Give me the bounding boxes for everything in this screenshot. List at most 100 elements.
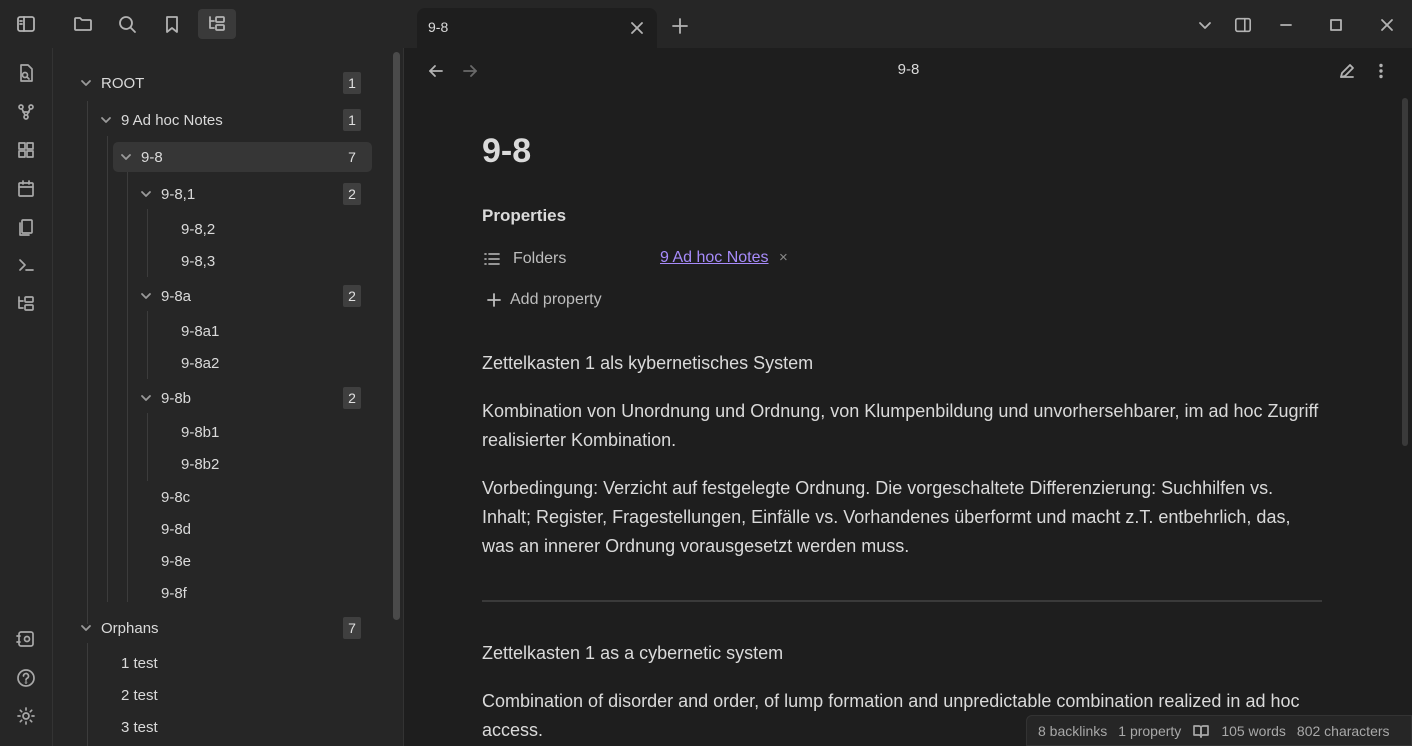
vault-switcher-icon[interactable] <box>14 627 38 651</box>
property-value-link[interactable]: 9 Ad hoc Notes <box>660 249 769 267</box>
paragraph: Zettelkasten 1 als kybernetisches System <box>482 353 814 373</box>
child-count-badge: 7 <box>348 149 356 165</box>
tree-item-label: 9-8a1 <box>181 322 220 340</box>
tree-item-label: 9-8 <box>141 148 163 166</box>
tree-item-9-8-1[interactable]: 9-8,1 <box>139 179 369 209</box>
tree-item-label: 9-8b1 <box>181 423 220 441</box>
chevron-down-icon[interactable] <box>99 113 113 127</box>
tree-item-orphan[interactable]: 2 test <box>121 680 341 710</box>
tree-item-9-8e[interactable]: 9-8e <box>161 546 361 576</box>
tree-item-9-8b[interactable]: 9-8b <box>139 383 369 413</box>
settings-gear-icon[interactable] <box>14 704 38 728</box>
tree-item-ad-hoc-notes[interactable]: 9 Ad hoc Notes <box>99 105 369 135</box>
tree-item-9-8f[interactable]: 9-8f <box>161 578 361 608</box>
plus-icon <box>487 293 501 307</box>
right-sidebar-toggle-icon[interactable] <box>1231 13 1255 37</box>
chevron-down-icon[interactable] <box>79 76 93 90</box>
tree-item-label: 9-8d <box>161 520 192 538</box>
folder-tree-panel: ROOT 1 9 Ad hoc Notes 1 9-8 7 9-8,1 2 9-… <box>53 48 404 746</box>
tree-item-9-8-3[interactable]: 9-8,3 <box>181 246 361 276</box>
tab-list-chevron-icon[interactable] <box>1193 13 1217 37</box>
graph-view-icon[interactable] <box>14 100 38 124</box>
templates-icon[interactable] <box>14 215 38 239</box>
chevron-down-icon[interactable] <box>119 150 133 164</box>
tree-item-label: 9-8,2 <box>181 220 216 238</box>
tree-item-root[interactable]: ROOT <box>79 68 369 98</box>
bookmark-icon[interactable] <box>157 9 187 39</box>
command-palette-icon[interactable] <box>14 253 38 277</box>
daily-note-calendar-icon[interactable] <box>14 177 38 201</box>
edit-pencil-icon[interactable] <box>1335 59 1359 83</box>
child-count-badge: 2 <box>343 183 361 205</box>
tree-item-label: 1 test <box>121 654 158 672</box>
tree-item-orphan[interactable]: 1 test <box>121 648 341 678</box>
chevron-down-icon[interactable] <box>79 621 93 635</box>
tree-item-label: 9-8b <box>161 389 192 407</box>
add-property-button[interactable]: Add property <box>486 291 602 309</box>
editor-pane: 9-8 9-8 Properties Folders 9 Ad hoc Note… <box>405 48 1412 746</box>
backlinks-count[interactable]: 8 backlinks <box>1038 723 1107 739</box>
sidebar-scrollbar[interactable] <box>393 52 400 620</box>
tree-guide <box>127 172 128 602</box>
search-icon[interactable] <box>112 9 142 39</box>
ribbon <box>0 48 53 746</box>
editor-scrollbar[interactable] <box>1402 98 1408 446</box>
minimize-icon[interactable] <box>1274 13 1298 37</box>
tree-guide <box>87 643 88 746</box>
tree-item-9-8a[interactable]: 9-8a <box>139 281 369 311</box>
tree-item-9-8a1[interactable]: 9-8a1 <box>181 316 361 346</box>
tab-title: 9-8 <box>428 19 449 35</box>
chevron-down-icon[interactable] <box>139 289 153 303</box>
tab-active-note[interactable]: 9-8 <box>417 8 657 48</box>
chevron-down-icon[interactable] <box>139 391 153 405</box>
tree-item-label: 9-8,1 <box>161 185 196 203</box>
tree-item-label: 9-8c <box>161 488 191 506</box>
file-explorer-icon[interactable] <box>68 9 98 39</box>
view-header-title[interactable]: 9-8 <box>405 61 1412 78</box>
tree-guide <box>147 413 148 481</box>
tree-item-label: Orphans <box>101 619 159 637</box>
tree-item-9-8d[interactable]: 9-8d <box>161 514 361 544</box>
new-tab-icon[interactable] <box>668 14 692 38</box>
child-count-badge: 2 <box>343 285 361 307</box>
tree-item-label: 9-8e <box>161 552 192 570</box>
child-count-badge: 2 <box>343 387 361 409</box>
tree-guide <box>147 311 148 379</box>
tree-item-9-8[interactable]: 9-8 <box>113 142 372 172</box>
canvas-icon[interactable] <box>14 138 38 162</box>
close-tab-icon[interactable] <box>627 18 647 38</box>
tree-item-9-8-2[interactable]: 9-8,2 <box>181 214 361 244</box>
tree-item-9-8c[interactable]: 9-8c <box>161 482 361 512</box>
tree-item-orphan[interactable]: 3 test <box>121 712 341 742</box>
tree-item-orphans[interactable]: Orphans <box>79 613 369 643</box>
child-count-badge: 1 <box>343 109 361 131</box>
tree-guide <box>147 209 148 277</box>
tree-item-9-8a2[interactable]: 9-8a2 <box>181 348 361 378</box>
tree-item-label: 9 Ad hoc Notes <box>121 111 223 129</box>
list-icon[interactable] <box>482 249 504 271</box>
more-options-icon[interactable] <box>1369 59 1393 83</box>
close-window-icon[interactable] <box>1375 13 1399 37</box>
maximize-icon[interactable] <box>1324 13 1348 37</box>
note-title: 9-8 <box>482 132 532 170</box>
tree-item-9-8b1[interactable]: 9-8b1 <box>181 417 361 447</box>
property-key[interactable]: Folders <box>513 250 566 268</box>
title-bar: 9-8 <box>0 0 1412 48</box>
chevron-down-icon[interactable] <box>139 187 153 201</box>
tree-item-label: ROOT <box>101 74 145 92</box>
paragraph: Zettelkasten 1 as a cybernetic system <box>482 643 784 663</box>
open-quick-switcher-icon[interactable] <box>14 61 38 85</box>
folder-tree-icon[interactable] <box>198 9 236 39</box>
sidebar-toggle-icon[interactable] <box>11 9 41 39</box>
reading-book-icon[interactable] <box>1192 722 1210 740</box>
add-property-label: Add property <box>510 291 602 308</box>
folder-tree-ribbon-icon[interactable] <box>14 292 38 316</box>
properties-heading: Properties <box>482 206 567 225</box>
property-count: 1 property <box>1118 722 1182 739</box>
tree-item-label: 9-8f <box>161 584 187 602</box>
tree-item-9-8b2[interactable]: 9-8b2 <box>181 449 361 479</box>
help-icon[interactable] <box>14 666 38 690</box>
child-count-badge: 1 <box>343 72 361 94</box>
tree-item-label: 9-8,3 <box>181 252 216 270</box>
remove-value-icon[interactable]: × <box>779 249 788 266</box>
